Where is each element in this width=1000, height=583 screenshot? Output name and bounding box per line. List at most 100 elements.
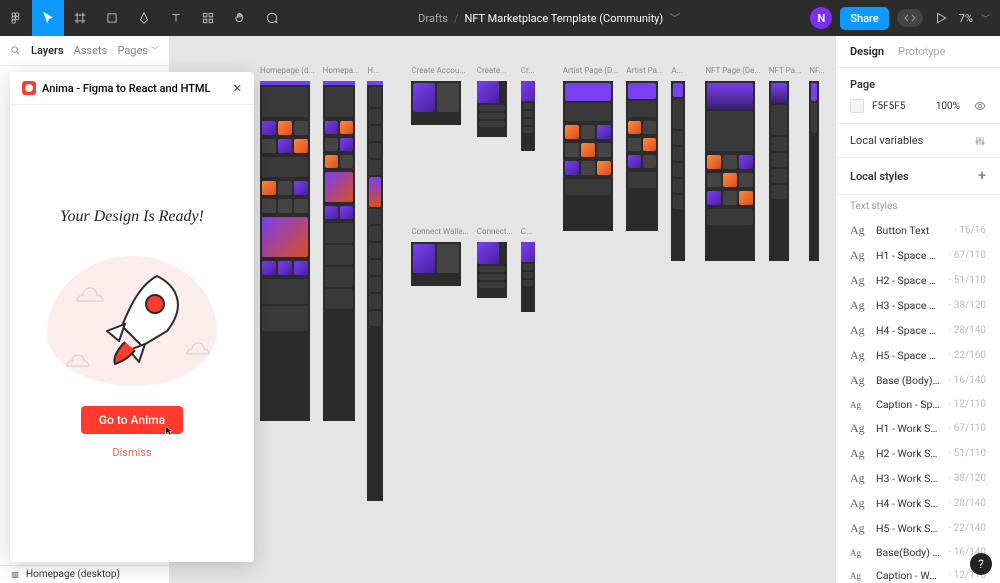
artboard[interactable] (477, 81, 507, 137)
resources-button[interactable] (192, 0, 224, 36)
frame-label[interactable]: Connect Walle... (411, 227, 468, 236)
ag-preview: Ag (850, 273, 868, 288)
dismiss-link[interactable]: Dismiss (112, 446, 151, 459)
style-meta: · 22/160 (949, 350, 986, 361)
frame-label[interactable]: NFT Page (De... (705, 66, 760, 75)
assets-tab[interactable]: Assets (74, 44, 108, 57)
text-style-row[interactable]: AgH4 - Work Sans· 28/140 (836, 491, 1000, 516)
design-tab[interactable]: Design (850, 45, 884, 58)
style-meta: · 28/140 (949, 498, 986, 509)
left-panel-tabs: Layers Assets Pages ﹀ (0, 36, 169, 66)
text-style-row[interactable]: AgBase (Body) - Space Mo...· 16/140 (836, 368, 1000, 393)
style-name: H3 - Space Mono (876, 299, 941, 312)
text-style-row[interactable]: AgH3 - Work Sans· 38/120 (836, 466, 1000, 491)
modal-headline: Your Design Is Ready! (60, 208, 204, 226)
breadcrumb-file-name[interactable]: NFT Marketplace Template (Community) (465, 12, 664, 25)
artboard[interactable] (521, 81, 535, 151)
toolbar-right: N Share 7% ﹀ (810, 0, 1000, 36)
local-variables-section[interactable]: Local variables (836, 124, 1000, 158)
go-to-anima-button[interactable]: Go to Anima (81, 406, 183, 434)
text-style-row[interactable]: AgCaption - Space Mono· 12/110 (836, 393, 1000, 416)
artboard[interactable] (769, 81, 789, 261)
frame-label[interactable]: Artist Page (D... (563, 66, 618, 75)
search-icon[interactable] (10, 45, 21, 56)
style-name: Base (Body) - Space Mo... (876, 374, 941, 387)
ag-preview: Ag (850, 298, 868, 313)
text-style-row[interactable]: AgButton Text· 16/16 (836, 218, 1000, 243)
share-button[interactable]: Share (840, 7, 888, 30)
frame-label[interactable]: Homepa... (323, 66, 360, 75)
zoom-level[interactable]: 7% (959, 12, 973, 25)
text-style-row[interactable]: AgH1 - Space Mono· 67/110 (836, 243, 1000, 268)
ag-preview: Ag (850, 223, 868, 238)
plus-icon[interactable]: + (978, 168, 986, 184)
text-tool-button[interactable] (160, 0, 192, 36)
page-bg-hex[interactable]: F5F5F5 (872, 101, 905, 112)
ag-preview: Ag (850, 548, 868, 558)
hand-tool-button[interactable] (224, 0, 256, 36)
frame-label[interactable]: H... (367, 66, 383, 75)
shape-tool-button[interactable] (96, 0, 128, 36)
anima-modal: Anima - Figma to React and HTML ✕ Your D… (10, 72, 254, 562)
breadcrumb-drafts[interactable]: Drafts (418, 12, 448, 25)
text-style-row[interactable]: AgH5 - Space Mono· 22/160 (836, 343, 1000, 368)
artboard[interactable] (323, 81, 355, 421)
canvas-area[interactable]: Homepage (d... Homepa... (170, 36, 835, 583)
ag-preview: Ag (850, 446, 868, 461)
frame-label[interactable]: Cr... (521, 66, 535, 75)
style-name: H4 - Space Mono (876, 324, 941, 337)
text-style-row[interactable]: AgH2 - Space Mono· 51/110 (836, 268, 1000, 293)
chevron-down-icon[interactable]: ﹀ (981, 12, 990, 25)
text-style-row[interactable]: AgH5 - Work Sans· 22/140 (836, 516, 1000, 541)
prototype-tab[interactable]: Prototype (898, 45, 945, 58)
move-tool-button[interactable] (32, 0, 64, 36)
artboard[interactable] (705, 81, 755, 261)
chevron-down-icon[interactable]: ﹀ (669, 10, 680, 26)
frame-label[interactable]: NF... (809, 66, 825, 75)
frame-label[interactable]: Homepage (d... (260, 66, 315, 75)
artboard[interactable] (411, 81, 461, 125)
artboard[interactable] (626, 81, 658, 231)
page-bg-swatch[interactable] (850, 99, 864, 113)
text-style-row[interactable]: AgH1 - Work Sans· 67/110 (836, 416, 1000, 441)
frame-label[interactable]: Create Accou... (411, 66, 468, 75)
text-style-row[interactable]: AgH2 - Work Sans· 51/110 (836, 441, 1000, 466)
text-style-row[interactable]: AgH3 - Space Mono· 38/120 (836, 293, 1000, 318)
artboard[interactable] (521, 242, 535, 312)
artboard[interactable] (260, 81, 310, 421)
artboard[interactable] (477, 242, 507, 298)
pages-dropdown[interactable]: Pages ﹀ (117, 44, 159, 57)
pen-tool-button[interactable] (128, 0, 160, 36)
artboard[interactable] (563, 81, 613, 231)
frame-label[interactable]: A... (671, 66, 685, 75)
user-avatar[interactable]: N (810, 7, 832, 29)
frame-label[interactable]: NFT Pa... (769, 66, 802, 75)
eye-icon[interactable] (974, 100, 986, 112)
artboard[interactable] (411, 242, 461, 286)
style-name: H4 - Work Sans (876, 497, 941, 510)
toolbar-left-tools (0, 0, 288, 36)
local-styles-section: Local styles + (836, 158, 1000, 195)
artboard[interactable] (809, 81, 819, 261)
help-button[interactable]: ? (970, 553, 992, 575)
frame-label[interactable]: Create... (477, 66, 513, 75)
layers-tab[interactable]: Layers (31, 44, 64, 57)
ag-preview: Ag (850, 471, 868, 486)
dev-mode-toggle[interactable] (897, 9, 923, 27)
figma-menu-button[interactable] (0, 0, 32, 36)
comment-tool-button[interactable] (256, 0, 288, 36)
present-button[interactable] (931, 0, 951, 36)
bottom-page-bar[interactable]: Homepage (desktop) (0, 565, 170, 583)
artboard[interactable] (367, 81, 383, 501)
artboard[interactable] (671, 81, 685, 261)
frame-tool-button[interactable] (64, 0, 96, 36)
text-style-row[interactable]: AgH4 - Space Mono· 28/140 (836, 318, 1000, 343)
right-panel-tabs: Design Prototype (836, 36, 1000, 68)
style-name: Button Text (876, 224, 946, 237)
frame-label[interactable]: Artist Pa... (626, 66, 663, 75)
page-bg-opacity[interactable]: 100% (936, 101, 960, 112)
close-icon[interactable]: ✕ (233, 82, 242, 95)
frame-label[interactable]: C... (521, 227, 535, 236)
frame-label[interactable]: Connect... (477, 227, 513, 236)
style-meta: · 22/140 (949, 523, 986, 534)
